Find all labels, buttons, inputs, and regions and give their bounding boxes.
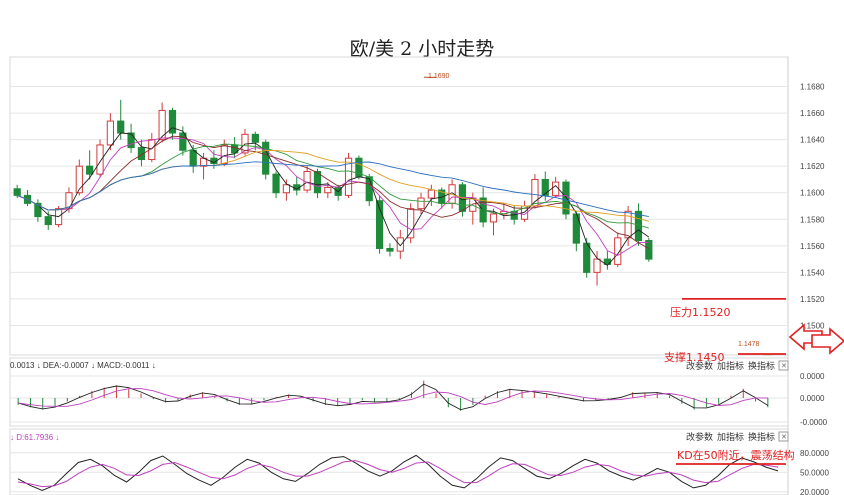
moving-average-line	[17, 137, 649, 256]
price-tick-label: 1.1620	[800, 162, 825, 171]
candle-body	[552, 181, 560, 196]
chart-canvas: 1.1680 1.1660 1.1640 1.1620 1.1600 1.1580 1.15…	[9, 56, 844, 495]
macd-tick-label: -0.0000	[800, 418, 828, 427]
candle-body	[593, 258, 601, 273]
macd-tick-label: 0.0000	[800, 394, 825, 403]
kd-tick-label: 80.0000	[800, 449, 829, 458]
high-marker-label: 1.1690	[428, 73, 450, 80]
resistance-label: 压力1.1520	[670, 306, 731, 319]
candle-body	[282, 184, 291, 194]
price-tick-label: 1.1540	[800, 268, 825, 277]
price-tick-label: 1.1680	[800, 83, 825, 92]
candle-body	[365, 176, 373, 202]
kd-change-params-button[interactable]: 改参数	[686, 431, 713, 443]
candle-body	[127, 132, 135, 149]
candle-body	[645, 240, 653, 260]
candle-body	[44, 216, 52, 226]
support-label: 支撑1.1450	[664, 350, 725, 364]
macd-signal-line	[17, 383, 769, 411]
close-icon[interactable]: ✕	[781, 363, 787, 370]
candle-body	[624, 210, 632, 239]
candle-body	[158, 109, 166, 141]
price-tick-label: 1.1520	[800, 295, 825, 304]
kd-d-line	[17, 460, 779, 488]
candle-body	[65, 192, 73, 210]
price-tick-label: 1.1660	[800, 109, 825, 118]
candle-body	[324, 186, 332, 194]
price-tick-label: 1.1560	[800, 242, 825, 251]
candle-body	[407, 208, 415, 239]
candle-body	[96, 144, 104, 175]
kd-tick-label: 20.0000	[800, 488, 829, 495]
kd-add-indicator-button[interactable]: 加指标	[717, 431, 744, 443]
moving-average-line	[17, 127, 650, 266]
candle-body	[117, 120, 125, 134]
price-tick-label: 1.1640	[800, 136, 825, 145]
kd-panel-frame	[9, 428, 789, 495]
candle-body	[86, 165, 94, 175]
candle-body	[303, 170, 311, 191]
candle-body	[541, 178, 549, 196]
kd-header: ↓ D:61.7936 ↓	[10, 433, 59, 442]
macd-header: 0.0013 ↓ DEA:-0.0007 ↓ MACD:-0.0011 ↓	[10, 361, 156, 370]
macd-layer: 0.0000 0.0000 -0.0000	[10, 372, 828, 427]
candle-body	[489, 213, 498, 223]
candle-body	[106, 120, 114, 146]
candle-body	[427, 189, 435, 199]
macd-signal-line	[18, 388, 768, 407]
price-tick-label: 1.1600	[800, 189, 825, 198]
candle-body	[417, 197, 425, 210]
candle-body	[262, 141, 270, 175]
macd-switch-indicator-button[interactable]: 换指标	[748, 360, 775, 372]
low-marker-label: 1.1478	[738, 341, 760, 348]
macd-tick-label: 0.0000	[800, 372, 825, 381]
kd-tick-label: 50.0000	[800, 468, 829, 477]
kd-annotation: KD在50附近，震荡结构	[677, 448, 795, 462]
price-tick-label: 1.1580	[800, 215, 825, 224]
kd-switch-indicator-button[interactable]: 换指标	[748, 431, 775, 443]
candle-body	[251, 133, 259, 143]
candle-body	[13, 188, 21, 196]
candle-body	[272, 173, 280, 194]
candle-body	[220, 144, 228, 165]
candle-body	[583, 242, 591, 273]
candle-body	[396, 237, 404, 252]
close-icon[interactable]: ✕	[781, 434, 787, 441]
candle-body	[386, 247, 394, 252]
candle-body	[189, 149, 197, 167]
